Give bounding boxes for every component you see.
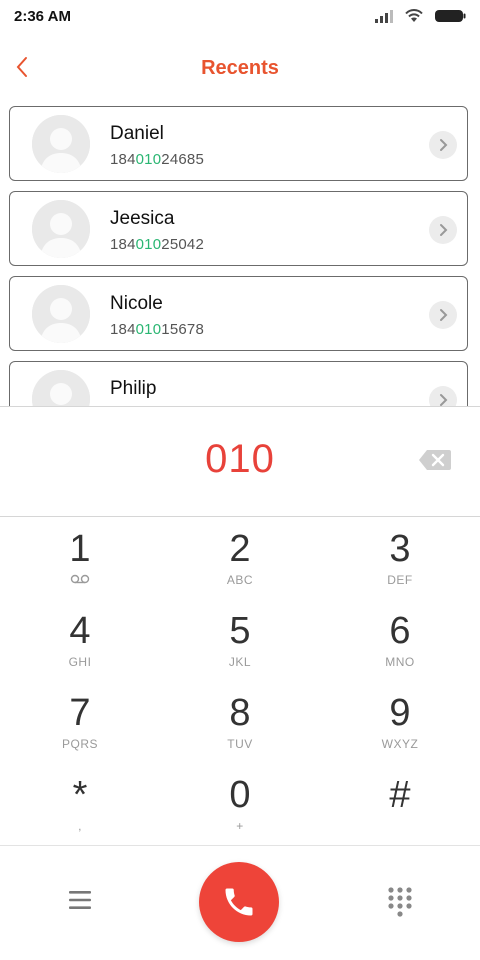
backspace-icon <box>419 450 451 470</box>
chevron-right-icon <box>440 139 448 151</box>
contact-row-daniel[interactable]: Daniel 18401024685 <box>9 106 468 181</box>
default-avatar-icon <box>32 115 90 173</box>
key-7[interactable]: 7 PQRS <box>0 681 160 763</box>
recents-list[interactable]: Daniel 18401024685 Jeesica 18401025042 N… <box>0 106 480 406</box>
contact-name: Daniel <box>110 123 164 144</box>
key-digit: 6 <box>389 610 411 652</box>
status-icons <box>374 8 466 23</box>
key-letters: JKL <box>228 655 252 669</box>
key-1[interactable]: 1 <box>0 517 160 599</box>
contact-number: 18401025042 <box>110 236 204 253</box>
menu-icon <box>69 891 91 909</box>
number-match: 010 <box>135 151 162 168</box>
dial-display: 010 <box>0 407 480 515</box>
details-button[interactable] <box>429 301 457 329</box>
key-letters: , <box>78 819 82 833</box>
backspace-button[interactable] <box>418 449 452 471</box>
key-8[interactable]: 8 TUV <box>160 681 320 763</box>
default-avatar-icon <box>32 370 90 406</box>
key-letters: GHI <box>68 655 92 669</box>
key-0[interactable]: 0 + <box>160 763 320 845</box>
key-digit: 2 <box>229 528 251 570</box>
menu-button[interactable] <box>66 888 94 912</box>
key-digit: 5 <box>229 610 251 652</box>
avatar <box>32 200 90 258</box>
signal-icon <box>375 9 393 23</box>
header: Recents <box>0 44 480 94</box>
contact-number: 18401024685 <box>110 151 204 168</box>
contact-row-jeesica[interactable]: Jeesica 18401025042 <box>9 191 468 266</box>
details-button[interactable] <box>429 386 457 406</box>
key-digit: 0 <box>229 774 251 816</box>
phone-icon <box>225 888 253 916</box>
battery-icon <box>435 9 466 22</box>
contact-name: Philip <box>110 378 157 399</box>
status-time: 2:36 AM <box>14 8 71 25</box>
key-digit: 7 <box>69 692 91 734</box>
key-digit: 8 <box>229 692 251 734</box>
chevron-right-icon <box>440 309 448 321</box>
key-star[interactable]: * , <box>0 763 160 845</box>
key-digit: 4 <box>69 610 91 652</box>
key-letters: DEF <box>387 573 413 587</box>
avatar <box>32 370 90 406</box>
contact-name: Jeesica <box>110 208 175 229</box>
key-letters: MNO <box>385 655 415 669</box>
key-6[interactable]: 6 MNO <box>320 599 480 681</box>
key-5[interactable]: 5 JKL <box>160 599 320 681</box>
key-hash[interactable]: # <box>320 763 480 845</box>
dialpad-icon <box>388 887 412 917</box>
contact-row-philip[interactable]: Philip <box>9 361 468 406</box>
dialpad: 1 2 ABC 3 DEF 4 GHI 5 JKL 6 MNO 7 PQRS 8… <box>0 517 480 845</box>
contact-number: 18401015678 <box>110 321 204 338</box>
key-digit: 3 <box>389 528 411 570</box>
key-letters: PQRS <box>61 737 98 751</box>
chevron-right-icon <box>440 394 448 406</box>
avatar <box>32 285 90 343</box>
key-letters: WXYZ <box>381 737 419 751</box>
details-button[interactable] <box>429 131 457 159</box>
key-9[interactable]: 9 WXYZ <box>320 681 480 763</box>
status-bar: 2:36 AM <box>0 0 480 34</box>
dialpad-toggle-button[interactable] <box>386 886 414 918</box>
default-avatar-icon <box>32 200 90 258</box>
key-4[interactable]: 4 GHI <box>0 599 160 681</box>
page-title: Recents <box>201 57 279 79</box>
key-digit: * <box>72 774 88 816</box>
details-button[interactable] <box>429 216 457 244</box>
contact-name: Nicole <box>110 293 163 314</box>
key-digit: # <box>389 774 411 816</box>
key-letters: ABC <box>226 573 254 587</box>
wifi-icon <box>405 9 423 22</box>
call-button[interactable] <box>199 862 279 942</box>
voicemail-icon <box>0 573 160 587</box>
key-letters: + <box>236 819 244 833</box>
key-2[interactable]: 2 ABC <box>160 517 320 599</box>
default-avatar-icon <box>32 285 90 343</box>
bottom-bar <box>0 846 480 960</box>
dialed-number: 010 <box>205 437 275 481</box>
number-match: 010 <box>135 236 162 253</box>
chevron-right-icon <box>440 224 448 236</box>
key-digit: 1 <box>69 528 91 570</box>
contact-row-nicole[interactable]: Nicole 18401015678 <box>9 276 468 351</box>
number-match: 010 <box>135 321 162 338</box>
key-letters: TUV <box>227 737 253 751</box>
key-digit: 9 <box>389 692 411 734</box>
key-3[interactable]: 3 DEF <box>320 517 480 599</box>
avatar <box>32 115 90 173</box>
